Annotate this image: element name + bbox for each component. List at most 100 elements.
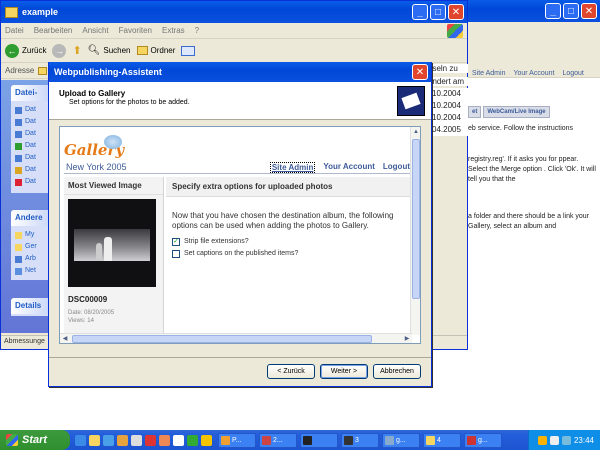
volume-icon[interactable] bbox=[561, 435, 571, 445]
browser-links: Site Admin Your Account Logout bbox=[472, 70, 584, 77]
folder-icon bbox=[15, 231, 22, 239]
side-other-item[interactable]: Net bbox=[15, 265, 49, 277]
scroll-left-icon[interactable]: ◀ bbox=[60, 334, 70, 343]
address-label: Adresse bbox=[5, 66, 35, 75]
menu-bearbeiten[interactable]: Bearbeiten bbox=[34, 26, 73, 35]
dialog-titlebar[interactable]: Webpublishing-Assistent ✕ bbox=[49, 62, 431, 82]
next-button[interactable]: Weiter > bbox=[320, 364, 368, 379]
side-file-item[interactable]: Dat bbox=[15, 104, 49, 116]
side-file-item[interactable]: Dat bbox=[15, 152, 49, 164]
explorer-menubar: Datei Bearbeiten Ansicht Favoriten Extra… bbox=[1, 23, 467, 39]
task-button[interactable] bbox=[300, 432, 338, 448]
menu-datei[interactable]: Datei bbox=[5, 26, 24, 35]
strip-extensions-option[interactable]: ✓ Strip file extensions? bbox=[172, 237, 408, 247]
other-places-header[interactable]: Andere bbox=[11, 210, 53, 226]
task-icon bbox=[15, 154, 22, 162]
task-button[interactable]: 3 bbox=[341, 432, 379, 448]
menu-ansicht[interactable]: Ansicht bbox=[82, 26, 108, 35]
side-file-item[interactable]: Dat bbox=[15, 128, 49, 140]
app-icon[interactable] bbox=[145, 434, 156, 446]
file-tasks-box: Datei- Dat Dat Dat Dat Dat Dat Dat bbox=[11, 85, 53, 193]
other-places-box: Andere My Ger Arb Net bbox=[11, 210, 53, 280]
date-value: 10.2004 bbox=[432, 101, 461, 110]
up-folder-button[interactable]: ⬆ bbox=[72, 44, 81, 57]
back-button[interactable]: < Zurück bbox=[267, 364, 315, 379]
file-tasks-header[interactable]: Datei- bbox=[11, 85, 53, 101]
side-other-item[interactable]: Ger bbox=[15, 241, 49, 253]
horizontal-scrollbar[interactable]: ◀ ▶ bbox=[60, 333, 412, 343]
start-button[interactable]: Start bbox=[0, 430, 70, 450]
back-button[interactable]: ← Zurück bbox=[5, 43, 46, 58]
app-icon[interactable] bbox=[131, 434, 142, 446]
task-button[interactable]: g... bbox=[382, 432, 420, 448]
tray-icon[interactable] bbox=[549, 435, 559, 445]
task-button[interactable]: g... bbox=[464, 432, 502, 448]
app-icon[interactable] bbox=[159, 434, 170, 446]
close-icon[interactable]: ✕ bbox=[448, 4, 464, 20]
folders-button[interactable]: Ordner bbox=[136, 46, 175, 55]
close-icon[interactable]: ✕ bbox=[581, 3, 597, 19]
your-account-link[interactable]: Your Account bbox=[513, 70, 554, 77]
side-file-item[interactable]: Dat bbox=[15, 140, 49, 152]
set-captions-option[interactable]: Set captions on the published items? bbox=[172, 249, 408, 259]
side-other-item[interactable]: Arb bbox=[15, 253, 49, 265]
horizontal-scroll-thumb[interactable] bbox=[72, 335, 372, 343]
menu-extras[interactable]: Extras bbox=[162, 26, 185, 35]
task-button[interactable]: 4 bbox=[423, 432, 461, 448]
tab-webcam[interactable]: WebCam/Live Image bbox=[483, 106, 550, 118]
date-value: 10.2004 bbox=[432, 89, 461, 98]
browser-window-controls: _ □ ✕ bbox=[545, 3, 597, 19]
folder-icon[interactable] bbox=[89, 434, 100, 446]
browser-text-2: registry.reg'. If it asks you for ppear.… bbox=[468, 156, 596, 183]
album-title: New York 2005 bbox=[66, 162, 127, 172]
browser-icon[interactable] bbox=[75, 434, 86, 446]
tab-et[interactable]: et bbox=[468, 106, 482, 118]
start-label: Start bbox=[22, 434, 48, 446]
vertical-scroll-thumb[interactable] bbox=[412, 139, 420, 299]
minimize-icon[interactable]: _ bbox=[412, 4, 428, 20]
task-button[interactable]: P... bbox=[218, 432, 256, 448]
app-icon[interactable] bbox=[103, 434, 114, 446]
logout-link[interactable]: Logout bbox=[383, 162, 410, 173]
app-icon[interactable] bbox=[117, 434, 128, 446]
scroll-up-icon[interactable]: ▲ bbox=[411, 127, 420, 137]
search-button[interactable]: 🔍︎ Suchen bbox=[88, 45, 131, 56]
explorer-toolbar: ← Zurück → ⬆ 🔍︎ Suchen Ordner bbox=[1, 39, 467, 63]
your-account-link[interactable]: Your Account bbox=[323, 162, 375, 173]
set-captions-label: Set captions on the published items? bbox=[184, 250, 299, 257]
set-captions-checkbox[interactable] bbox=[172, 250, 180, 258]
side-file-item[interactable]: Dat bbox=[15, 164, 49, 176]
app-icon[interactable] bbox=[173, 434, 184, 446]
task-icon bbox=[15, 166, 22, 174]
maximize-icon[interactable]: □ bbox=[430, 4, 446, 20]
explorer-title: example bbox=[22, 7, 59, 17]
site-admin-link[interactable]: Site Admin bbox=[269, 161, 316, 173]
vertical-scrollbar[interactable]: ▲ bbox=[410, 127, 420, 335]
forward-button[interactable]: → bbox=[52, 43, 67, 58]
dialog-close-icon[interactable]: ✕ bbox=[412, 64, 428, 80]
side-other-item[interactable]: My bbox=[15, 229, 49, 241]
most-viewed-photo[interactable] bbox=[68, 199, 156, 287]
explorer-titlebar[interactable]: example bbox=[1, 1, 467, 23]
views-button[interactable] bbox=[181, 45, 196, 56]
tray-icon[interactable] bbox=[537, 435, 547, 445]
task-pane: Datei- Dat Dat Dat Dat Dat Dat Dat Ander… bbox=[1, 80, 53, 333]
cancel-button[interactable]: Abbrechen bbox=[373, 364, 421, 379]
task-button[interactable]: 2... bbox=[259, 432, 297, 448]
app-icon bbox=[467, 435, 476, 445]
details-header[interactable]: Details bbox=[11, 298, 53, 314]
site-admin-link[interactable]: Site Admin bbox=[472, 70, 505, 77]
menu-favoriten[interactable]: Favoriten bbox=[119, 26, 152, 35]
app-icon[interactable] bbox=[187, 434, 198, 446]
scroll-right-icon[interactable]: ▶ bbox=[402, 334, 412, 343]
menu-help[interactable]: ? bbox=[195, 26, 199, 35]
gallery-nav-row: New York 2005 Site Admin Your Account Lo… bbox=[64, 161, 410, 174]
maximize-icon[interactable]: □ bbox=[563, 3, 579, 19]
side-file-item[interactable]: Dat bbox=[15, 116, 49, 128]
app-icon[interactable] bbox=[201, 434, 212, 446]
dialog-title: Webpublishing-Assistent bbox=[54, 67, 162, 77]
side-file-item[interactable]: Dat bbox=[15, 176, 49, 188]
minimize-icon[interactable]: _ bbox=[545, 3, 561, 19]
logout-link[interactable]: Logout bbox=[562, 70, 583, 77]
strip-extensions-checkbox[interactable]: ✓ bbox=[172, 238, 180, 246]
